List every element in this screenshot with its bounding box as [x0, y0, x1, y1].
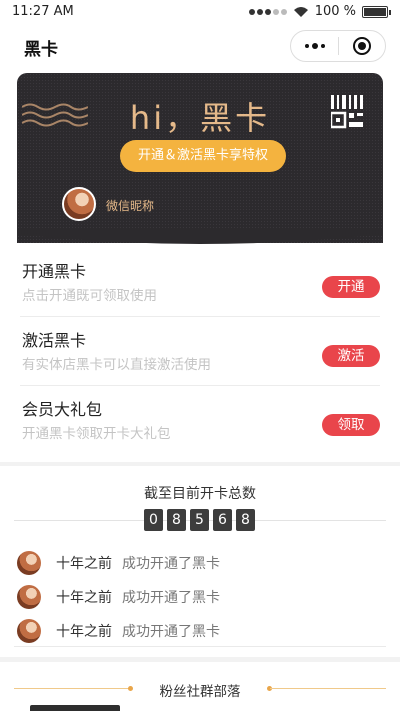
action-title: 激活黑卡: [22, 331, 87, 350]
open-button[interactable]: 开通: [322, 276, 380, 298]
decor-line-right: [270, 688, 386, 689]
counter-digits: 0 8 5 6 8: [144, 509, 255, 531]
card-greeting: hi，黑卡: [129, 99, 271, 137]
more-menu-button[interactable]: [291, 31, 338, 61]
status-time: 11:27 AM: [12, 4, 74, 19]
battery-text: 100 %: [314, 4, 356, 19]
status-bar: 11:27 AM 100 %: [0, 0, 400, 24]
list-item: 十年之前 成功开通了黑卡: [14, 546, 386, 580]
page-title: 黑卡: [24, 40, 58, 60]
fans-community-section: 粉丝社群部落: [0, 662, 400, 711]
action-row-activate[interactable]: 激活黑卡 有实体店黑卡可以直接激活使用 激活: [20, 317, 380, 386]
avatar: [17, 551, 41, 575]
counter-digit: 5: [190, 509, 209, 531]
counter-label: 截至目前开卡总数: [144, 486, 256, 502]
action-subtitle: 点击开通既可领取使用: [22, 288, 157, 304]
action-subtitle: 开通黑卡领取开卡大礼包: [22, 426, 171, 442]
activate-button[interactable]: 激活: [322, 345, 380, 367]
card-curve: [17, 228, 383, 244]
feed-time: 十年之前: [56, 624, 112, 640]
activity-feed: 十年之前 成功开通了黑卡 十年之前 成功开通了黑卡 十年之前 成功开通了黑卡: [14, 546, 386, 648]
avatar: [17, 585, 41, 609]
battery-icon: [362, 5, 391, 18]
action-list: 开通黑卡 点击开通既可领取使用 开通 激活黑卡 有实体店黑卡可以直接激活使用 激…: [0, 248, 400, 455]
counter-digit: 0: [144, 509, 163, 531]
counter-digit: 8: [236, 509, 255, 531]
card-counter-section: 截至目前开卡总数 0 8 5 6 8 十年之前 成功开通了黑卡 十年之前 成功开…: [0, 466, 400, 657]
feed-divider: [14, 646, 386, 647]
action-row-gift[interactable]: 会员大礼包 开通黑卡领取开卡大礼包 领取: [20, 386, 380, 455]
wifi-icon: [293, 6, 308, 17]
qr-code-icon[interactable]: [331, 95, 363, 129]
mini-program-capsule: [290, 30, 386, 62]
action-subtitle: 有实体店黑卡可以直接激活使用: [22, 357, 211, 373]
list-item: 十年之前 成功开通了黑卡: [14, 614, 386, 648]
signal-icon: [248, 8, 287, 15]
fans-content-preview: [30, 705, 120, 711]
close-button[interactable]: [339, 31, 385, 61]
fans-label: 粉丝社群部落: [159, 684, 241, 700]
action-row-open[interactable]: 开通黑卡 点击开通既可领取使用 开通: [20, 248, 380, 317]
action-title: 开通黑卡: [22, 262, 87, 281]
feed-text: 成功开通了黑卡: [122, 590, 220, 606]
list-item: 十年之前 成功开通了黑卡: [14, 580, 386, 614]
close-icon: [352, 37, 371, 55]
status-right: 100 %: [248, 4, 391, 19]
black-card: hi，黑卡 开通＆激活黑卡享特权 微信昵称: [17, 73, 383, 243]
avatar: [62, 187, 96, 221]
feed-text: 成功开通了黑卡: [122, 556, 220, 572]
nav-bar: 黑卡: [0, 24, 400, 68]
feed-time: 十年之前: [56, 556, 112, 572]
nickname: 微信昵称: [106, 199, 155, 213]
avatar: [17, 619, 41, 643]
main-panel: hi，黑卡 开通＆激活黑卡享特权 微信昵称 开通黑卡 点击开通既可领取使用 开通…: [0, 68, 400, 462]
counter-digit: 6: [213, 509, 232, 531]
counter-digit: 8: [167, 509, 186, 531]
feed-time: 十年之前: [56, 590, 112, 606]
open-activate-button[interactable]: 开通＆激活黑卡享特权: [120, 140, 286, 172]
action-title: 会员大礼包: [22, 400, 103, 419]
claim-button[interactable]: 领取: [322, 414, 380, 436]
feed-text: 成功开通了黑卡: [122, 624, 220, 640]
